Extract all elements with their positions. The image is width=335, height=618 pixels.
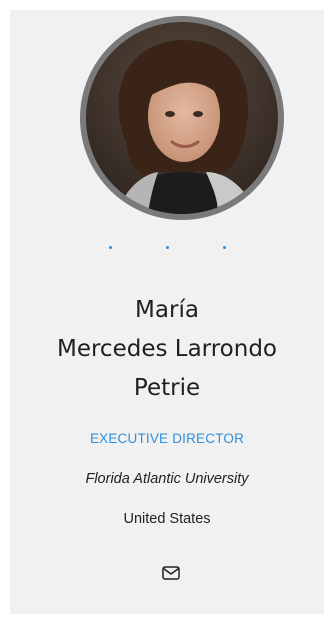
social-dots [10,246,324,249]
name-line: María [135,297,199,323]
profile-organization: Florida Atlantic University [85,471,249,487]
name-line: Mercedes Larrondo [56,336,278,362]
avatar-photo [86,22,278,214]
profile-name: María Mercedes Larrondo Petrie [10,291,324,408]
social-dot[interactable] [165,246,169,249]
social-dot[interactable] [222,246,226,249]
avatar-ring [80,16,284,220]
social-dot[interactable] [108,246,112,249]
profile-card: María Mercedes Larrondo Petrie EXECUTIVE… [10,10,324,614]
name-line: Petrie [133,375,201,401]
avatar [86,22,278,214]
mail-icon[interactable] [162,566,180,580]
profile-role: EXECUTIVE DIRECTOR [89,431,245,446]
profile-country: United States [123,511,211,527]
